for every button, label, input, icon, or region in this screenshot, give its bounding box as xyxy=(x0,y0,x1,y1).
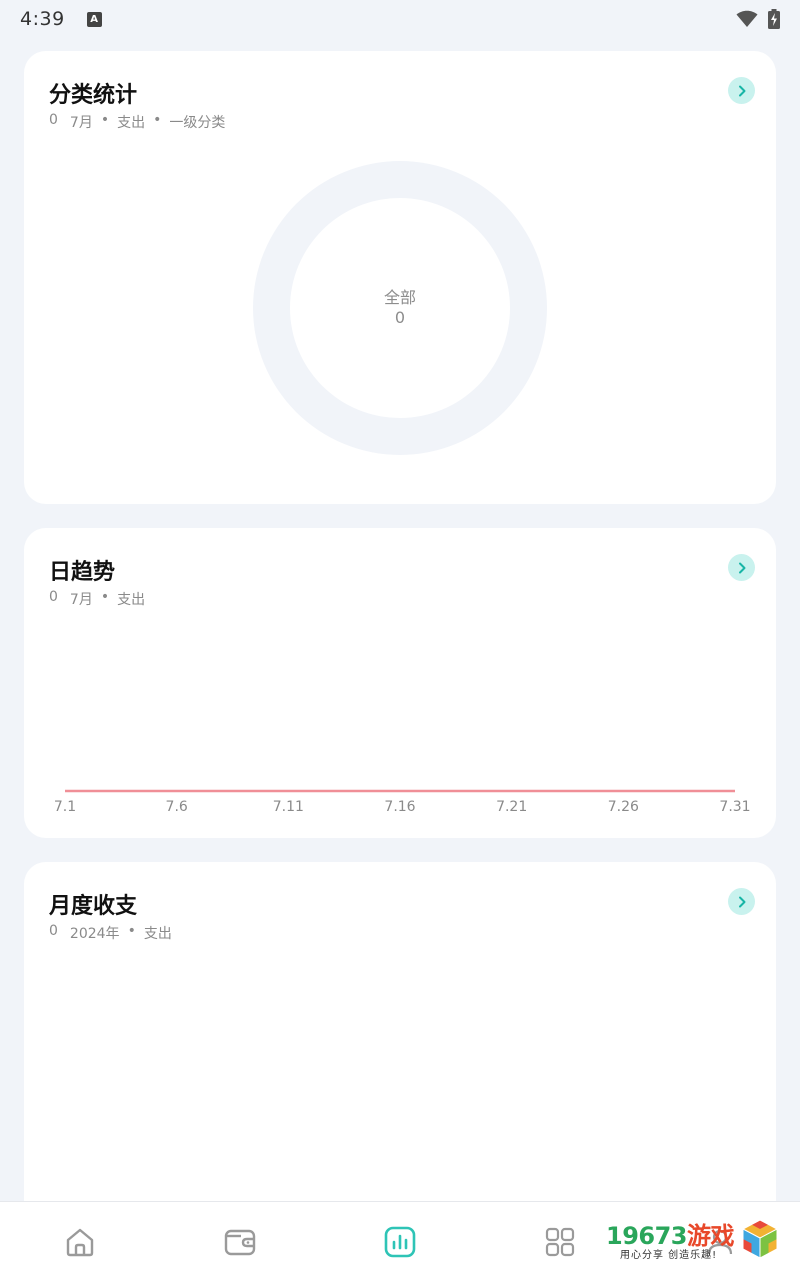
nav-stats[interactable] xyxy=(382,1224,418,1260)
monthly-detail-button[interactable] xyxy=(728,888,755,915)
cube-logo-icon xyxy=(742,1219,778,1259)
card-title: 分类统计 xyxy=(49,83,138,108)
wifi-icon xyxy=(736,10,758,27)
status-right xyxy=(736,9,780,29)
nav-apps[interactable] xyxy=(542,1224,578,1260)
monthly-card: 月度收支 0 2024年 • 支出 xyxy=(24,862,776,1222)
status-bar: 4:39 A xyxy=(0,0,800,38)
bar-chart-icon xyxy=(384,1226,416,1258)
donut-label: 全部 xyxy=(383,288,416,307)
watermark-logo: 19673游戏 用心分享 创造乐趣! xyxy=(606,1216,786,1266)
x-tick-label: 7.26 xyxy=(608,799,639,815)
x-tick-label: 7.1 xyxy=(54,799,76,815)
status-time: 4:39 xyxy=(20,8,65,30)
subtitle-amount: 0 xyxy=(49,112,58,128)
status-left: 4:39 A xyxy=(20,8,102,30)
separator-dot: • xyxy=(100,112,110,128)
subtitle-period: 7月 xyxy=(69,115,93,131)
donut-center: 全部 0 xyxy=(290,198,510,418)
chevron-right-icon xyxy=(738,85,745,96)
watermark-slogan: 用心分享 创造乐趣! xyxy=(620,1250,718,1261)
card-subtitle: 0 7月 • 支出 • 一级分类 xyxy=(49,112,225,132)
card-subtitle: 0 2024年 • 支出 xyxy=(49,923,172,943)
category-stats-card: 分类统计 0 7月 • 支出 • 一级分类 全部 0 xyxy=(24,51,776,504)
category-detail-button[interactable] xyxy=(728,77,755,104)
subtitle-type: 支出 xyxy=(117,115,146,131)
card-title: 月度收支 xyxy=(49,894,138,919)
x-tick-label: 7.11 xyxy=(273,799,304,815)
x-tick-label: 7.6 xyxy=(166,799,188,815)
home-icon xyxy=(66,1228,94,1257)
status-app-icon: A xyxy=(86,11,102,27)
donut-value: 0 xyxy=(394,308,406,327)
subtitle-amount: 0 xyxy=(49,923,58,939)
x-tick-label: 7.16 xyxy=(384,799,415,815)
subtitle-period: 2024年 xyxy=(69,926,120,942)
nav-wallet[interactable] xyxy=(222,1224,258,1260)
daily-trend-card: 日趋势 0 7月 • 支出 7.1 7.6 7.11 7.16 7.21 7.26 7.31 xyxy=(24,528,776,838)
nav-home[interactable] xyxy=(62,1224,98,1260)
wallet-icon xyxy=(224,1229,256,1256)
x-tick-label: 7.31 xyxy=(719,799,750,815)
separator-dot: • xyxy=(127,923,136,939)
subtitle-type: 支出 xyxy=(143,926,172,942)
daily-trend-chart[interactable]: 7.1 7.6 7.11 7.16 7.21 7.26 7.31 xyxy=(24,528,776,838)
subtitle-level: 一级分类 xyxy=(169,115,226,131)
grid-icon xyxy=(545,1227,575,1257)
category-donut-chart[interactable]: 全部 0 xyxy=(253,161,547,455)
x-tick-label: 7.21 xyxy=(496,799,527,815)
chevron-right-icon xyxy=(738,896,745,907)
separator-dot: • xyxy=(153,112,162,128)
battery-charging-icon xyxy=(768,9,780,29)
